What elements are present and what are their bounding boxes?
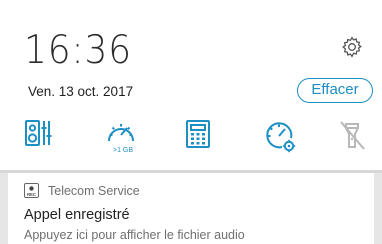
audio-wizard-tile-icon[interactable] xyxy=(24,118,58,154)
notification-text: Appuyez ici pour afficher le fichier aud… xyxy=(24,228,245,242)
boost-settings-tile-icon[interactable] xyxy=(263,118,297,154)
clock: 16:36 xyxy=(24,28,133,73)
notification-app-name: Telecom Service xyxy=(48,184,140,198)
mobile-manager-caption: >1 GB xyxy=(113,147,133,154)
notification-shade: 16:36 Ven. 13 oct. 2017 Effacer >1 GB xyxy=(0,0,382,170)
date: Ven. 13 oct. 2017 xyxy=(28,84,134,99)
flashlight-off-tile-icon[interactable] xyxy=(337,118,371,154)
recorder-app-icon: REC xyxy=(24,183,39,198)
calculator-tile-icon[interactable] xyxy=(183,118,217,154)
mobile-manager-tile-icon[interactable]: >1 GB xyxy=(104,118,138,154)
rec-label: REC xyxy=(27,192,36,197)
notification-title: Appel enregistré xyxy=(24,207,130,223)
clear-all-button[interactable]: Effacer xyxy=(297,78,373,103)
settings-gear-icon[interactable] xyxy=(341,36,363,58)
notification-card[interactable]: REC Telecom Service Appel enregistré App… xyxy=(8,173,374,244)
quick-settings-row: >1 GB xyxy=(0,118,382,158)
